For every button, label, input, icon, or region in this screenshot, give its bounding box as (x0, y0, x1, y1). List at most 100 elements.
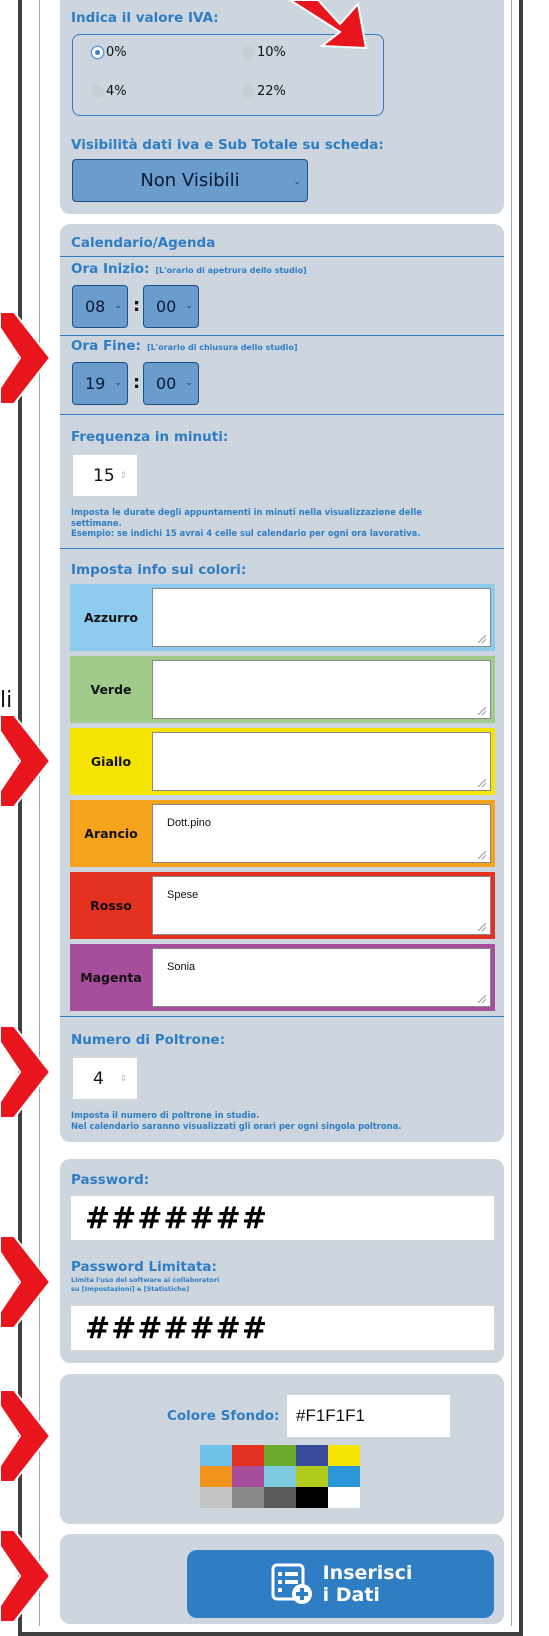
limited-password-hint-line: Limita l'uso del software ai collaborato… (71, 1276, 220, 1284)
chevron-down-icon: ⌄ (185, 301, 193, 311)
start-time-hint: [L'orario di apetrura dello studio] (155, 266, 307, 275)
spinner-icon: ⇕ (119, 1073, 127, 1084)
color-swatch[interactable] (264, 1487, 296, 1508)
color-row-arancio: Arancio Dott.pino (70, 800, 495, 867)
frequency-note-line: Esempio: se indichi 15 avrai 4 celle sul… (71, 528, 421, 538)
limited-password-hint: Limita l'uso del software ai collaborato… (71, 1276, 219, 1293)
resize-handle-icon[interactable] (478, 635, 486, 643)
color-swatch[interactable] (328, 1487, 360, 1508)
chairs-input[interactable]: 4 ⇕ (72, 1057, 138, 1100)
color-note-value: Spese (167, 889, 199, 901)
color-swatch[interactable] (328, 1445, 360, 1466)
visibility-label: Visibilità dati iva e Sub Totale su sche… (71, 137, 384, 153)
time-separator: : (133, 372, 141, 393)
spinner-icon: ⇕ (119, 470, 127, 481)
start-minute-value: 00 (156, 297, 177, 316)
annotation-arrow (0, 1025, 52, 1119)
color-note-textarea[interactable]: Sonia (152, 948, 491, 1007)
color-swatch[interactable] (232, 1487, 264, 1508)
radio-icon (91, 85, 104, 98)
color-name: Arancio (84, 826, 138, 841)
color-swatch[interactable] (200, 1466, 232, 1487)
chevron-down-icon: ⌄ (293, 177, 301, 187)
color-row-giallo: Giallo (70, 728, 495, 795)
radio-icon (242, 46, 255, 59)
chairs-note-line: Imposta il numero di poltrone in studio. (71, 1110, 260, 1120)
color-row-verde: Verde (70, 656, 495, 723)
annotation-arrow (0, 311, 52, 405)
frequency-note: Imposta le durate degli appuntamenti in … (71, 507, 422, 539)
resize-handle-icon[interactable] (478, 707, 486, 715)
colors-label: Imposta info sui colori: (71, 562, 247, 578)
iva-radio-label: 4% (106, 84, 127, 99)
resize-handle-icon[interactable] (478, 995, 486, 1003)
color-swatch[interactable] (264, 1466, 296, 1487)
divider (60, 335, 504, 336)
chairs-note: Imposta il numero di poltrone in studio.… (71, 1110, 401, 1131)
color-swatch[interactable] (232, 1466, 264, 1487)
color-note-value: Sonia (167, 961, 196, 973)
insert-data-button[interactable]: Inserisci i Dati (187, 1550, 494, 1618)
color-swatch[interactable] (328, 1466, 360, 1487)
divider (60, 548, 504, 549)
start-time-label-text: Ora Inizio: (71, 261, 150, 277)
iva-label: Indica il valore IVA: (71, 10, 219, 26)
end-minute-select[interactable]: 00 ⌄ (143, 362, 199, 405)
radio-icon (242, 85, 255, 98)
divider (60, 256, 504, 257)
divider (60, 414, 504, 415)
color-swatch[interactable] (200, 1487, 232, 1508)
color-name: Magenta (80, 970, 142, 985)
frequency-value: 15 (93, 465, 115, 486)
end-minute-value: 00 (156, 374, 177, 393)
resize-handle-icon[interactable] (478, 923, 486, 931)
color-note-textarea[interactable] (152, 588, 491, 647)
start-time-label: Ora Inizio: [L'orario di apetrura dello s… (71, 261, 307, 277)
password-label: Password: (71, 1172, 150, 1188)
annotation-arrow (0, 1389, 52, 1483)
color-name: Giallo (90, 754, 132, 769)
resize-handle-icon[interactable] (478, 851, 486, 859)
iva-radio-22[interactable]: 22% (242, 84, 286, 99)
frequency-label: Frequenza in minuti: (71, 429, 229, 445)
frequency-note-line: Imposta le durate degli appuntamenti in … (71, 507, 422, 517)
color-note-textarea[interactable]: Dott.pino (152, 804, 491, 863)
color-swatch[interactable] (264, 1445, 296, 1466)
start-hour-select[interactable]: 08 ⌄ (72, 285, 128, 328)
chevron-down-icon: ⌄ (114, 378, 122, 388)
end-time-label-text: Ora Fine: (71, 338, 141, 354)
color-swatch[interactable] (296, 1466, 328, 1487)
chevron-down-icon: ⌄ (185, 378, 193, 388)
color-note-textarea[interactable] (152, 732, 491, 791)
color-name: Verde (90, 682, 132, 697)
radio-selected-icon (91, 46, 104, 59)
color-swatch[interactable] (296, 1487, 328, 1508)
color-note-textarea[interactable] (152, 660, 491, 719)
resize-handle-icon[interactable] (478, 779, 486, 787)
time-separator: : (133, 295, 141, 316)
annotation-arrow-top (288, 0, 368, 50)
background-color-label: Colore Sfondo: (167, 1408, 280, 1424)
annotation-arrow (0, 1235, 52, 1329)
cropped-side-text: li (0, 688, 13, 713)
color-swatch[interactable] (232, 1445, 264, 1466)
start-hour-value: 08 (85, 297, 106, 316)
limited-password-label: Password Limitata: (71, 1259, 217, 1275)
iva-radio-4[interactable]: 4% (91, 84, 127, 99)
limited-password-hint-line: su [Impostazioni] e [Statistiche] (71, 1284, 190, 1293)
iva-radio-0[interactable]: 0% (91, 45, 127, 60)
iva-radio-label: 22% (257, 84, 286, 99)
start-minute-select[interactable]: 00 ⌄ (143, 285, 199, 328)
frequency-note-line: settimane. (71, 517, 122, 528)
visibility-select[interactable]: Non Visibili ⌄ (72, 159, 308, 202)
color-swatch[interactable] (296, 1445, 328, 1466)
password-field[interactable]: ####### (70, 1195, 495, 1241)
frequency-input[interactable]: 15 ⇕ (72, 454, 138, 497)
end-hour-select[interactable]: 19 ⌄ (72, 362, 128, 405)
color-note-textarea[interactable]: Spese (152, 876, 491, 935)
color-swatch[interactable] (200, 1445, 232, 1466)
background-color-input[interactable]: #F1F1F1 (286, 1394, 451, 1438)
color-name: Rosso (90, 898, 132, 913)
limited-password-field[interactable]: ####### (70, 1305, 495, 1351)
annotation-arrow (0, 1529, 52, 1623)
